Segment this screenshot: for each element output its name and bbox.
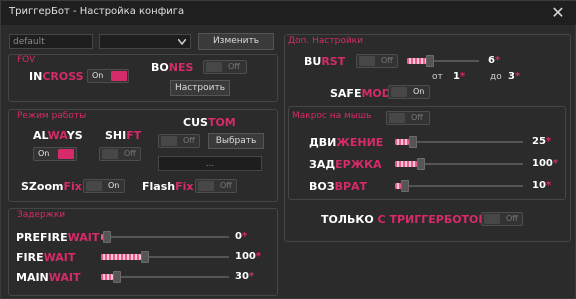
- flashfix-toggle[interactable]: Off: [195, 179, 237, 193]
- szoom-label: SZoomFix: [21, 180, 82, 193]
- prefire-wait-slider[interactable]: [101, 231, 229, 243]
- mode-group-title: Режим работы: [17, 111, 87, 121]
- custom-key-field[interactable]: ...: [158, 156, 262, 171]
- custom-label: CUSTOM: [183, 116, 236, 129]
- return-label: ВОЗВРАТ: [309, 180, 368, 193]
- only-with-triggerbot-label: ТОЛЬКО С ТРИГГЕРБОТОМ: [321, 213, 490, 226]
- movement-slider-fill: [395, 139, 409, 145]
- mouse-macro-title: Макрос на мышь: [292, 111, 372, 121]
- safemode-from-value: 1*: [453, 71, 466, 82]
- return-slider-thumb[interactable]: [401, 180, 409, 192]
- delay-value: 100*: [532, 158, 559, 169]
- movement-label: ДВИЖЕНИЕ: [309, 136, 384, 149]
- incross-label: INCROSS: [29, 70, 84, 83]
- safemode-toggle[interactable]: On: [388, 85, 430, 99]
- prefire-wait-slider-thumb[interactable]: [103, 231, 111, 243]
- main-wait-slider-fill: [101, 274, 113, 280]
- main-wait-label: MAINWAIT: [16, 271, 81, 284]
- delays-group-title: Задержки: [17, 210, 66, 220]
- fire-wait-slider-thumb[interactable]: [141, 251, 149, 263]
- return-slider[interactable]: [395, 180, 523, 192]
- chevron-down-icon: [178, 39, 186, 45]
- burst-toggle[interactable]: Off: [356, 54, 398, 68]
- burst-slider-thumb[interactable]: [426, 55, 434, 67]
- burst-value: 6*: [488, 55, 501, 66]
- burst-slider-fill: [407, 58, 426, 64]
- bones-label: BONES: [151, 61, 194, 74]
- fire-wait-slider-fill: [101, 254, 141, 260]
- delay-slider-thumb[interactable]: [417, 158, 425, 170]
- safemode-to-label: до: [490, 72, 502, 82]
- extra-group-title: Доп. Настройки: [288, 36, 363, 46]
- shift-toggle[interactable]: Off: [99, 147, 141, 161]
- shift-label: SHIFT: [105, 129, 142, 142]
- mouse-macro-toggle[interactable]: Off: [386, 111, 430, 125]
- always-toggle[interactable]: On: [33, 147, 77, 161]
- always-label: ALWAYS: [33, 129, 83, 142]
- custom-toggle[interactable]: Off: [158, 134, 200, 148]
- movement-slider[interactable]: [395, 136, 523, 148]
- movement-slider-thumb[interactable]: [409, 136, 417, 148]
- burst-slider[interactable]: [407, 55, 479, 67]
- bones-setup-button[interactable]: Настроить: [170, 80, 230, 96]
- prefire-wait-label: PREFIREWAIT: [16, 231, 100, 244]
- return-slider-track: [395, 185, 523, 187]
- movement-value: 25*: [532, 136, 552, 147]
- fire-wait-value: 100*: [235, 251, 262, 262]
- fov-group-title: FOV: [17, 55, 36, 65]
- delay-label: ЗАДЕРЖКА: [309, 158, 382, 171]
- only-with-triggerbot-toggle[interactable]: Off: [481, 212, 523, 226]
- safemode-to-value: 3*: [508, 71, 521, 82]
- window-title: ТриггерБот - Настройка конфига: [9, 6, 185, 17]
- config-select[interactable]: [99, 34, 191, 49]
- delay-slider[interactable]: [395, 158, 523, 170]
- return-value: 10*: [532, 180, 552, 191]
- close-icon[interactable]: ✕: [549, 4, 567, 22]
- trigger-config-window: ТриггерБот - Настройка конфига ✕ default…: [0, 0, 576, 299]
- safemode-from-label: от: [432, 72, 443, 82]
- main-wait-slider[interactable]: [101, 271, 229, 283]
- change-config-button[interactable]: Изменить: [198, 33, 274, 50]
- prefire-wait-value: 0*: [235, 231, 248, 242]
- fire-wait-label: FIREWAIT: [16, 251, 76, 264]
- bones-toggle[interactable]: Off: [203, 60, 247, 74]
- szoom-toggle[interactable]: On: [83, 179, 125, 193]
- prefire-wait-slider-track: [101, 236, 229, 238]
- main-wait-value: 30*: [235, 271, 255, 282]
- custom-choose-button[interactable]: Выбрать: [208, 133, 264, 149]
- config-name-field[interactable]: default: [9, 34, 93, 49]
- title-bar: ТриггерБот - Настройка конфига ✕: [1, 1, 576, 25]
- delay-slider-fill: [395, 161, 417, 167]
- main-wait-slider-thumb[interactable]: [113, 271, 121, 283]
- incross-toggle[interactable]: On: [87, 69, 129, 83]
- burst-label: BURST: [304, 55, 346, 68]
- fire-wait-slider[interactable]: [101, 251, 229, 263]
- flashfix-label: FlashFix: [142, 180, 194, 193]
